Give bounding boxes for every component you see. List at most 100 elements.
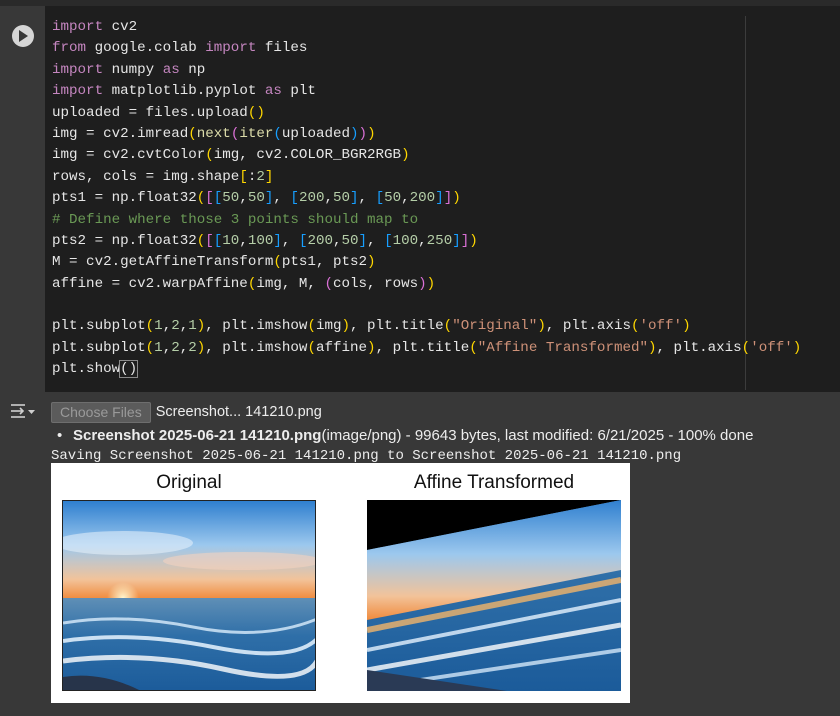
code-token: , plt.axis [656,339,742,356]
code-token: ) [367,254,376,271]
code-text[interactable]: import cv2 from google.colab import files… [52,17,801,381]
code-token: ) [469,232,478,249]
code-token: affine = cv2.warpAffine [52,275,248,292]
code-token: img = cv2.imread [52,125,189,142]
code-token: , plt.title [375,339,470,356]
code-token: pts1 = np.float32 [52,190,197,207]
code-token: 50 [341,232,359,249]
code-token: 100 [392,232,419,249]
code-token: matplotlib.pyplot [103,83,265,100]
code-token: [ [384,232,393,249]
code-token: [ [375,190,385,207]
code-token: ( [196,190,206,207]
code-line[interactable]: affine = cv2.warpAffine(img, M, (cols, r… [52,274,801,295]
code-token: google.colab [86,40,206,57]
code-token: M = cv2.getAffineTransform [52,254,274,271]
code-token: 50 [247,190,265,207]
code-token: next [196,125,231,142]
code-line[interactable]: import cv2 [52,17,801,38]
code-token: , [162,339,172,356]
code-token: ) [426,275,436,292]
code-line[interactable]: rows, cols = img.shape[:2] [52,167,801,188]
code-line[interactable]: plt.subplot(1,2,1), plt.imshow(img), plt… [52,316,801,337]
uploaded-file-item: • Screenshot 2025-06-21 141210.png(image/… [57,427,831,447]
code-token: 200 [298,190,325,207]
code-line[interactable] [52,295,801,316]
code-token: ) [537,318,546,335]
code-token: 2 [256,168,265,185]
code-token: ) [196,318,206,335]
code-token: , [179,318,189,335]
code-token: , [358,190,376,207]
code-token: ( [188,125,197,142]
code-editor[interactable]: import cv2 from google.colab import files… [45,6,840,392]
code-token: plt.show [52,361,121,378]
selected-file-label: Screenshot... 141210.png [155,404,322,420]
code-token: iter [239,125,274,142]
code-line[interactable]: plt.show() [52,359,801,380]
code-token: plt [281,83,316,100]
code-token: , plt.axis [545,318,631,335]
code-token: img, M, [256,275,325,292]
code-token: ) [367,125,376,142]
code-line[interactable]: img = cv2.cvtColor(img, cv2.COLOR_BGR2RG… [52,145,801,166]
code-token: 2 [171,318,180,335]
code-token: ( [443,318,453,335]
original-image [62,500,316,691]
code-token: ) [341,318,351,335]
code-token: "Original" [452,318,538,335]
code-token: ] [460,232,470,249]
code-line[interactable]: import numpy as np [52,60,801,81]
code-token: 250 [426,232,453,249]
code-token: img, cv2.COLOR_BGR2RGB [213,147,402,164]
code-token: 2 [171,339,180,356]
code-token: plt.subplot [52,318,146,335]
code-line[interactable]: pts1 = np.float32([[50,50], [200,50], [5… [52,188,801,209]
code-line[interactable]: # Define where those 3 points should map… [52,210,801,231]
code-token: , [239,232,248,249]
code-token: , [418,232,427,249]
output-actions-icon[interactable] [10,401,36,421]
code-token: uploaded = files.upload [52,104,248,121]
code-token: , [367,232,385,249]
uploaded-file-name: Screenshot 2025-06-21 141210.png [73,427,322,444]
code-token: [ [205,190,214,207]
code-token: ] [452,232,461,249]
code-token: ( [145,339,155,356]
code-token: ( [273,125,282,142]
code-token: ( [196,232,206,249]
run-cell-button[interactable] [12,25,34,47]
code-token: ( [307,318,316,335]
code-token: ) [452,190,461,207]
code-token: 50 [222,190,240,207]
code-line[interactable]: from google.colab import files [52,38,801,59]
uploaded-file-details: (image/png) - 99643 bytes, last modified… [321,427,754,444]
code-token: 50 [333,190,351,207]
code-token: as [264,83,282,100]
code-line[interactable]: plt.subplot(1,2,2), plt.imshow(affine), … [52,338,801,359]
code-token: # Define where those 3 points should map… [52,211,419,228]
code-line[interactable]: img = cv2.imread(next(iter(uploaded))) [52,124,801,145]
code-token: np [179,61,206,78]
code-token: 1 [154,339,163,356]
code-token: ] [264,168,274,185]
code-token: ] [435,190,444,207]
cell-gutter [0,6,45,392]
affine-image [367,500,621,691]
code-token: ] [273,232,282,249]
code-token: ] [350,190,359,207]
code-line[interactable]: import matplotlib.pyplot as plt [52,81,801,102]
code-token: ) [792,339,802,356]
code-token: ( [205,147,214,164]
code-token: ] [443,190,453,207]
code-token: ) [648,339,657,356]
code-token: , [324,190,333,207]
code-line[interactable]: pts2 = np.float32([[10,100], [200,50], [… [52,231,801,252]
code-token: 200 [307,232,333,249]
code-line[interactable]: uploaded = files.upload() [52,103,801,124]
code-token: , [333,232,342,249]
choose-files-button[interactable]: Choose Files [51,401,151,423]
code-token: , plt.imshow [205,339,308,356]
code-token: ( [741,339,751,356]
code-line[interactable]: M = cv2.getAffineTransform(pts1, pts2) [52,252,801,273]
